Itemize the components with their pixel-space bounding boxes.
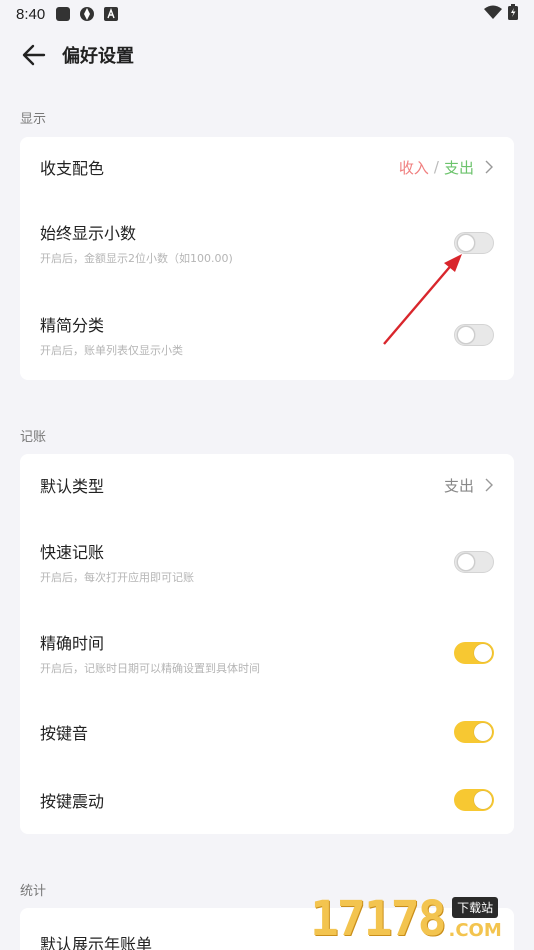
toggle-knob: [474, 723, 492, 741]
toggle-knob: [474, 791, 492, 809]
watermark-com: .COM: [448, 920, 502, 941]
row-title: 收支配色: [40, 159, 105, 178]
row-key-sound: 按键音: [20, 704, 514, 760]
watermark-side: 下载站 .COM: [449, 897, 502, 941]
watermark-badge: 下载站: [452, 897, 499, 918]
notification-square-icon: [55, 6, 71, 22]
back-arrow-icon: [22, 44, 46, 66]
expense-label: 支出: [443, 158, 474, 177]
row-title: 始终显示小数: [40, 224, 137, 243]
toggle-knob: [457, 553, 475, 571]
precise-time-toggle[interactable]: [454, 642, 494, 664]
row-subtitle: 开启后，每次打开应用即可记账: [40, 571, 194, 584]
quick-record-toggle[interactable]: [454, 551, 494, 573]
row-title: 默认类型: [40, 477, 105, 496]
app-a-icon: [103, 6, 119, 22]
status-bar: 8:40: [0, 0, 534, 28]
row-default-type[interactable]: 默认类型 支出: [20, 454, 514, 516]
row-subtitle: 开启后，记账时日期可以精确设置到具体时间: [40, 662, 260, 675]
default-type-value: 支出: [444, 475, 494, 496]
annotation-arrow-icon: [383, 254, 462, 345]
page-title: 偏好设置: [62, 46, 134, 67]
row-title: 按键震动: [40, 792, 105, 811]
key-vibrate-toggle[interactable]: [454, 789, 494, 811]
status-time: 8:40: [16, 5, 46, 23]
watermark-logo: 17178 下载站 .COM: [310, 888, 534, 950]
app-bar: 偏好设置: [0, 30, 534, 80]
row-title: 按键音: [40, 724, 89, 743]
section-label-stats: 统计: [20, 884, 47, 899]
income-label: 收入: [398, 158, 429, 177]
row-precise-time: 精确时间 开启后，记账时日期可以精确设置到具体时间: [20, 625, 514, 681]
toggle-knob: [474, 644, 492, 662]
bookkeeping-card: 默认类型 支出 快速记账 开启后，每次打开应用即可记账 精确时间 开启后，记账时…: [20, 454, 514, 834]
chevron-right-icon: [484, 478, 494, 492]
row-title: 精确时间: [40, 634, 105, 653]
row-quick-record: 快速记账 开启后，每次打开应用即可记账: [20, 534, 514, 590]
section-label-display: 显示: [20, 112, 47, 127]
chevron-right-icon: [484, 160, 494, 174]
color-scheme-value: 收入 / 支出: [399, 157, 494, 178]
row-key-vibrate: 按键震动: [20, 772, 514, 828]
section-label-bookkeeping: 记账: [20, 430, 47, 445]
key-sound-toggle[interactable]: [454, 721, 494, 743]
watermark-number: 17178: [310, 891, 446, 947]
separator: /: [433, 158, 439, 176]
battery-icon: [508, 4, 518, 24]
row-title: 快速记账: [40, 543, 105, 562]
aperture-icon: [79, 6, 95, 22]
row-color-scheme[interactable]: 收支配色 收入 / 支出: [20, 137, 514, 197]
back-button[interactable]: [20, 41, 48, 69]
default-type-text: 支出: [443, 476, 474, 495]
wifi-icon: [484, 5, 502, 23]
